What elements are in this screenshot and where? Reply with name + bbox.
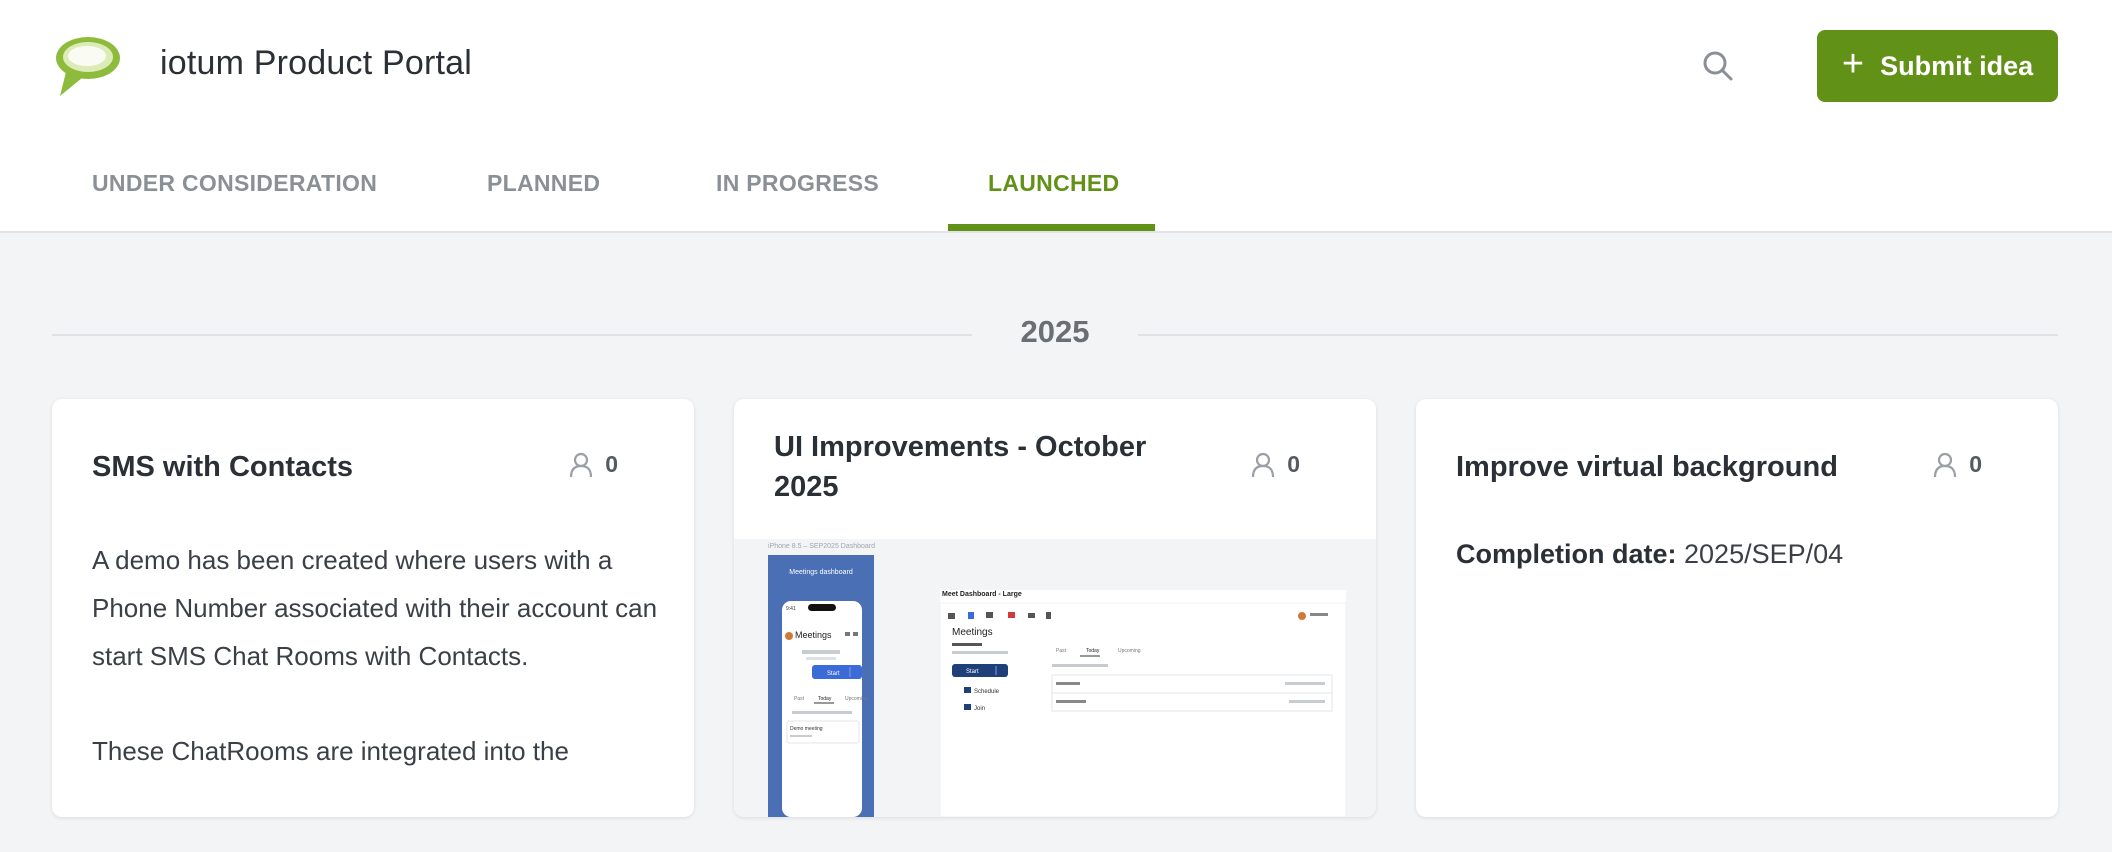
description-paragraph: These ChatRooms are integrated into the	[92, 736, 569, 766]
divider-line	[52, 334, 972, 336]
tab-in-progress[interactable]: IN PROGRESS	[716, 170, 879, 197]
plus-icon: +	[1841, 43, 1865, 85]
idea-card[interactable]: Improve virtual background 0 Completion …	[1416, 399, 2058, 817]
desktop-title: Meetings	[952, 627, 993, 638]
vote-number: 0	[605, 451, 618, 477]
active-tab-indicator	[948, 224, 1155, 231]
tab-planned[interactable]: PLANNED	[487, 170, 600, 197]
user-icon	[1934, 452, 1957, 477]
desktop-join: Join	[974, 706, 985, 712]
completion-value: 2025/SEP/04	[1684, 539, 1844, 569]
desktop-label: Meet Dashboard - Large	[942, 591, 1022, 598]
description-paragraph: A demo has been created where users with…	[92, 545, 658, 671]
phone-tab: Today	[818, 696, 832, 702]
desktop-tab: Past	[1056, 648, 1067, 654]
vote-count[interactable]: 0	[1251, 451, 1300, 478]
dashboard-mockup-image: iPhone 8.5 – SEP2025 Dashboard Meetings …	[768, 543, 1347, 817]
idea-card[interactable]: SMS with Contacts 0 A demo has been crea…	[52, 399, 694, 817]
vote-number: 0	[1287, 451, 1300, 477]
submit-idea-button[interactable]: + Submit idea	[1817, 30, 2058, 102]
user-icon	[570, 452, 593, 477]
year-heading: 2025	[1020, 314, 1090, 349]
logo-icon[interactable]	[52, 34, 124, 100]
desktop-tab: Upcoming	[1118, 648, 1141, 654]
vote-number: 0	[1969, 451, 1982, 477]
desktop-tab: Today	[1086, 648, 1100, 654]
vote-count[interactable]: 0	[1933, 451, 1982, 478]
idea-description: A demo has been created where users with…	[92, 536, 662, 817]
phone-tab: Past	[794, 696, 805, 702]
idea-title[interactable]: UI Improvements - October 2025	[774, 427, 1194, 507]
app-title[interactable]: iotum Product Portal	[160, 44, 472, 83]
user-icon	[1252, 452, 1275, 477]
phone-title: Meetings	[795, 630, 832, 640]
divider-line	[1138, 334, 2058, 336]
phone-time: 9:41	[786, 606, 796, 612]
phone-tab: Upcoming	[845, 696, 868, 702]
desktop-start: Start	[966, 669, 979, 675]
completion-label: Completion date:	[1456, 539, 1677, 569]
year-divider: 2025	[52, 312, 2058, 352]
idea-card[interactable]: UI Improvements - October 2025 0 iPhone …	[734, 399, 1376, 817]
header: iotum Product Portal + Submit idea UNDER…	[0, 0, 2112, 233]
desktop-schedule: Schedule	[974, 689, 1000, 695]
phone-header: Meetings dashboard	[789, 569, 853, 576]
tab-under-consideration[interactable]: UNDER CONSIDERATION	[92, 170, 377, 197]
idea-title[interactable]: Improve virtual background	[1456, 447, 1838, 487]
idea-title[interactable]: SMS with Contacts	[92, 447, 353, 487]
vote-count[interactable]: 0	[569, 451, 618, 478]
phone-start: Start	[827, 671, 840, 677]
idea-screenshot[interactable]: iPhone 8.5 – SEP2025 Dashboard Meetings …	[734, 539, 1376, 817]
submit-idea-label: Submit idea	[1880, 50, 2034, 81]
phone-item: Demo meeting	[790, 726, 823, 732]
completion-date: Completion date: 2025/SEP/04	[1456, 539, 1843, 570]
search-icon[interactable]	[1698, 46, 1738, 86]
mockup-caption: iPhone 8.5 – SEP2025 Dashboard	[768, 543, 875, 550]
tab-launched[interactable]: LAUNCHED	[988, 170, 1119, 197]
status-tabs: UNDER CONSIDERATION PLANNED IN PROGRESS …	[0, 150, 1300, 233]
